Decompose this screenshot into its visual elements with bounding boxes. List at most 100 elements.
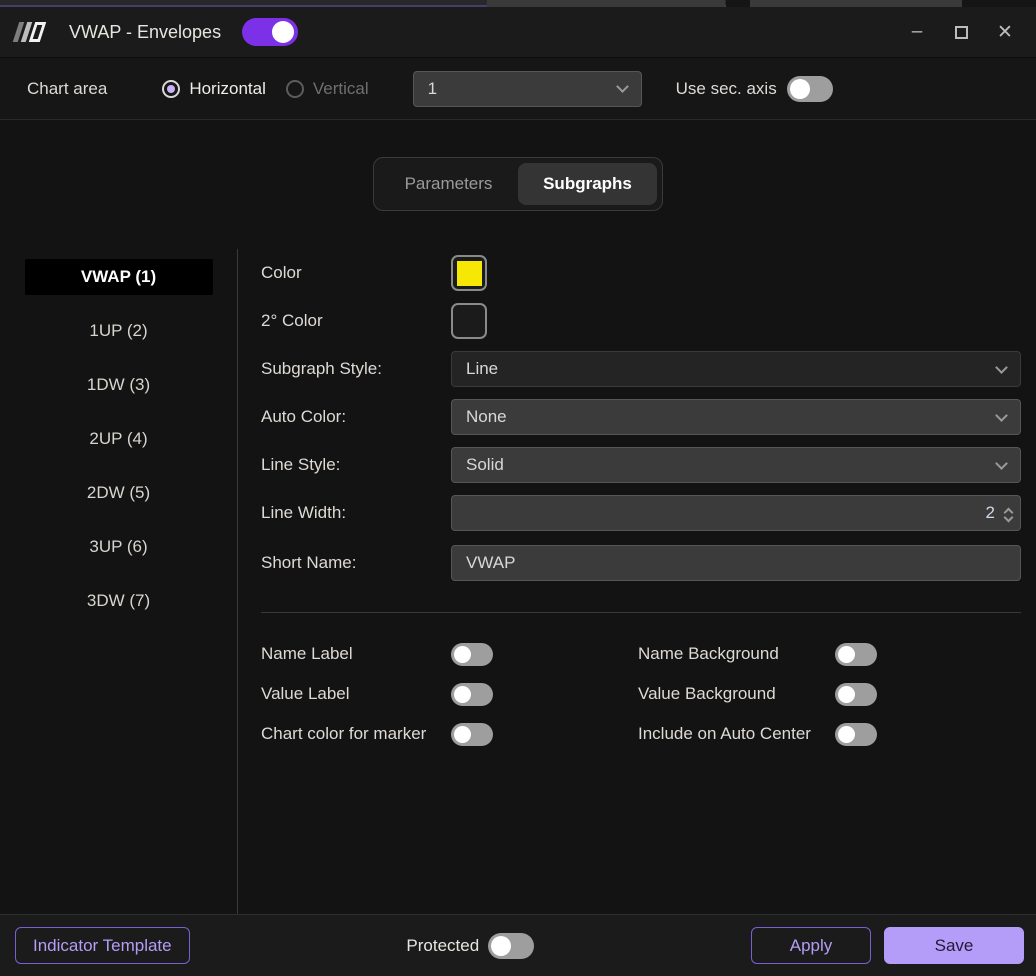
section-divider [261,612,1021,613]
protected-group: Protected [190,932,751,959]
minimize-button[interactable]: – [900,15,934,49]
tabs-bar: Parameters Subgraphs [0,120,1036,211]
display-toggles: Name Label Value Label Chart color for m… [261,634,1021,754]
toggle-knob [272,21,295,43]
toggles-right-column: Name Background Value Background Include… [638,634,1021,754]
color-label: Color [261,263,302,282]
stepper-buttons [1003,506,1014,522]
protected-toggle[interactable] [488,932,535,959]
save-button[interactable]: Save [884,927,1024,964]
use-sec-axis-toggle[interactable] [786,75,833,102]
subgraph-style-label: Subgraph Style: [261,359,382,378]
name-label-toggle[interactable] [451,642,493,666]
chart-color-marker-label: Chart color for marker [261,724,427,743]
toggle-knob [838,725,855,743]
toggle-knob [454,725,471,743]
toggle-knob [838,685,855,703]
close-icon: ✕ [997,21,1013,43]
toggle-knob [838,645,855,663]
include-auto-center-row: Include on Auto Center [638,714,1021,754]
auto-color-select[interactable]: None [451,399,1021,435]
background-tab-gap [962,0,1036,7]
short-name-label: Short Name: [261,553,357,572]
radio-unselected-icon [285,79,304,98]
toggle-knob [491,935,512,956]
subgraph-settings-panel: Color 2° Color Subgraph Style: Line Auto… [238,249,1036,914]
background-tab [487,0,725,7]
use-sec-axis-label: Use sec. axis [675,78,777,98]
indicator-template-button[interactable]: Indicator Template [15,927,190,964]
line-style-label: Line Style: [261,455,341,474]
value-label-toggle[interactable] [451,682,493,706]
apply-button[interactable]: Apply [751,927,871,964]
name-label-row: Name Label [261,634,638,674]
color-swatch[interactable] [451,255,487,291]
line-width-label: Line Width: [261,503,347,522]
line-width-row: Line Width: 2 [261,489,1021,537]
include-auto-center-toggle[interactable] [835,722,877,746]
background-window-strip [0,0,1036,7]
subgraph-item-label: 2DW (5) [86,483,151,502]
subgraph-item-3dw[interactable]: 3DW (7) [0,574,237,628]
chevron-down-icon [995,456,1008,470]
subgraph-item-3up[interactable]: 3UP (6) [0,520,237,574]
chart-area-number-select[interactable]: 1 [412,70,642,107]
radio-dot [167,84,176,93]
value-label-label: Value Label [261,684,350,703]
app-logo-icon [12,22,47,42]
line-style-value: Solid [466,455,504,474]
secondary-color-swatch[interactable] [451,303,487,339]
subgraph-item-2dw[interactable]: 2DW (5) [0,466,237,520]
name-background-label: Name Background [638,644,779,663]
auto-color-label: Auto Color: [261,407,347,426]
color-row: Color [261,249,1021,297]
close-button[interactable]: ✕ [988,15,1022,49]
minimize-icon: – [911,21,923,42]
radio-vertical-label: Vertical [312,78,369,98]
name-background-toggle[interactable] [835,642,877,666]
chevron-down-icon [995,360,1008,374]
color-swatch-fill [456,260,482,286]
short-name-input[interactable] [451,545,1021,581]
subgraph-style-select[interactable]: Line [451,351,1021,387]
radio-vertical[interactable]: Vertical [285,78,369,99]
radio-horizontal[interactable]: Horizontal [162,79,266,99]
chart-color-marker-toggle[interactable] [451,722,493,746]
titlebar: VWAP - Envelopes – ✕ [0,7,1036,58]
window-title: VWAP - Envelopes [69,21,222,42]
chevron-down-icon [995,408,1008,422]
subgraph-item-label: 1UP (2) [89,321,148,340]
indicator-enabled-toggle[interactable] [242,18,299,46]
name-background-row: Name Background [638,634,1021,674]
toggles-left-column: Name Label Value Label Chart color for m… [261,634,638,754]
chart-area-row: Chart area Horizontal Vertical 1 Use sec… [0,58,1036,120]
background-tab-gap [726,0,750,7]
subgraph-item-vwap[interactable]: VWAP (1) [0,250,237,304]
maximize-icon [954,25,968,39]
subgraph-item-2up[interactable]: 2UP (4) [0,412,237,466]
footer-bar: Indicator Template Protected Apply Save [0,914,1036,976]
subgraph-style-row: Subgraph Style: Line [261,345,1021,393]
line-style-row: Line Style: Solid [261,441,1021,489]
content: VWAP (1) 1UP (2) 1DW (3) 2UP (4) 2DW (5)… [0,249,1036,914]
chart-color-marker-row: Chart color for marker [261,714,638,754]
maximize-button[interactable] [944,15,978,49]
radio-selected-icon [162,79,181,98]
line-style-select[interactable]: Solid [451,447,1021,483]
subgraph-style-value: Line [466,359,499,378]
protected-label: Protected [406,935,480,955]
tab-subgraphs[interactable]: Subgraphs [518,163,657,205]
secondary-color-swatch-fill [457,309,482,334]
value-background-toggle[interactable] [835,682,877,706]
value-background-row: Value Background [638,674,1021,714]
auto-color-value: None [466,407,507,426]
logo-bar [28,22,47,42]
chart-area-label: Chart area [27,78,108,98]
subgraph-item-1dw[interactable]: 1DW (3) [0,358,237,412]
tab-group: Parameters Subgraphs [373,157,663,211]
tab-parameters[interactable]: Parameters [379,163,518,205]
line-width-stepper[interactable]: 2 [451,495,1021,531]
toggle-knob [454,645,471,663]
subgraph-item-1up[interactable]: 1UP (2) [0,304,237,358]
chevron-down-icon [615,80,629,93]
